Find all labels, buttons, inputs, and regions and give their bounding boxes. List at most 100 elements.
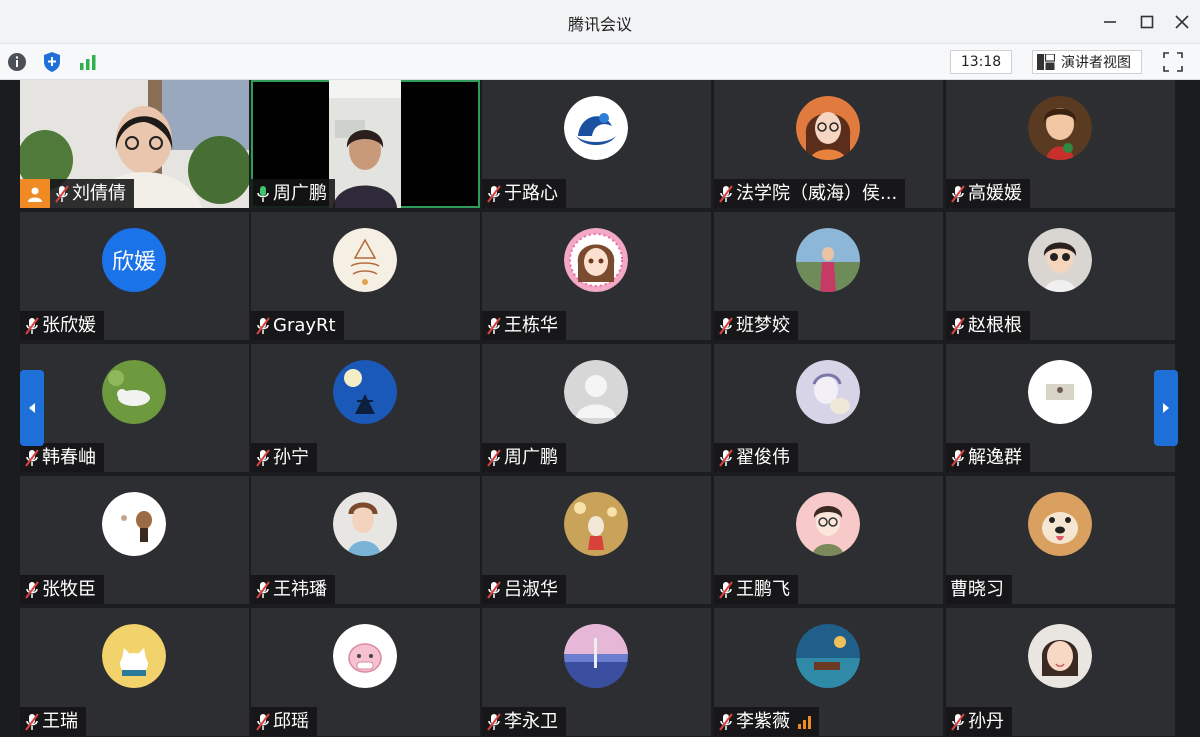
- participant-tile[interactable]: 张牧臣: [20, 476, 249, 604]
- participant-name: 王祎璠: [273, 579, 327, 600]
- meeting-info-button[interactable]: [5, 50, 29, 74]
- participant-tile[interactable]: 李紫薇: [714, 608, 943, 736]
- mic-muted-icon: [25, 448, 39, 467]
- avatar: [333, 360, 397, 424]
- camera-video: [329, 80, 401, 208]
- participant-nameplate: GrayRt: [251, 311, 344, 340]
- participant-name: 韩春岫: [42, 447, 96, 468]
- mic-on-icon: [257, 185, 269, 202]
- participant-tile-active-speaker[interactable]: 周广鹏: [251, 80, 480, 208]
- participant-nameplate: 王瑞: [20, 707, 86, 736]
- security-button[interactable]: [40, 50, 64, 74]
- meeting-clock: 13:18: [950, 50, 1012, 74]
- participant-tile[interactable]: 孙丹: [946, 608, 1175, 736]
- participant-name: 于路心: [504, 183, 558, 204]
- speaker-view-label: 演讲者视图: [1061, 55, 1131, 71]
- participant-tile[interactable]: 李永卫: [482, 608, 711, 736]
- participant-tile[interactable]: GrayRt: [251, 212, 480, 340]
- mic-muted-icon: [951, 712, 965, 731]
- avatar: [333, 624, 397, 688]
- close-button[interactable]: [1166, 8, 1198, 36]
- avatar: [1028, 492, 1092, 556]
- participant-nameplate: 翟俊伟: [714, 443, 798, 472]
- participant-tile[interactable]: 法学院（威海）侯...: [714, 80, 943, 208]
- participant-name: 解逸群: [968, 447, 1022, 468]
- participant-tile[interactable]: 周广鹏: [482, 344, 711, 472]
- participant-name: 赵根根: [968, 315, 1022, 336]
- participant-tile[interactable]: 高媛媛: [946, 80, 1175, 208]
- mic-muted-icon: [951, 184, 965, 203]
- avatar: [564, 360, 628, 424]
- avatar: [102, 624, 166, 688]
- participant-tile[interactable]: 邱瑶: [251, 608, 480, 736]
- avatar: [796, 492, 860, 556]
- participant-name: 孙丹: [968, 711, 1004, 732]
- mic-muted-icon: [951, 316, 965, 335]
- fullscreen-icon: [1163, 52, 1183, 72]
- previous-page-button[interactable]: [20, 370, 44, 446]
- minimize-icon: [1104, 21, 1116, 23]
- participant-tile[interactable]: 刘倩倩: [20, 80, 249, 208]
- participant-name: 刘倩倩: [72, 183, 126, 204]
- participant-nameplate: 周广鹏: [482, 443, 566, 472]
- avatar: [1028, 360, 1092, 424]
- participant-tile[interactable]: 吕淑华: [482, 476, 711, 604]
- participant-nameplate: 李永卫: [482, 707, 566, 736]
- avatar: [1028, 96, 1092, 160]
- participant-tile[interactable]: 曹晓习: [946, 476, 1175, 604]
- avatar: [796, 228, 860, 292]
- participant-nameplate: 刘倩倩: [20, 179, 134, 208]
- next-page-button[interactable]: [1154, 370, 1178, 446]
- mic-muted-icon: [719, 448, 733, 467]
- fullscreen-button[interactable]: [1160, 50, 1186, 74]
- minimize-button[interactable]: [1094, 8, 1126, 36]
- participant-tile[interactable]: 王瑞: [20, 608, 249, 736]
- participant-nameplate: 于路心: [482, 179, 566, 208]
- window-title: 腾讯会议: [567, 15, 632, 34]
- host-badge: [20, 179, 50, 208]
- participant-name: 翟俊伟: [736, 447, 790, 468]
- avatar: [1028, 624, 1092, 688]
- weak-signal-icon: [798, 715, 811, 729]
- participant-tile[interactable]: 解逸群: [946, 344, 1175, 472]
- participant-tile[interactable]: 王鹏飞: [714, 476, 943, 604]
- participant-tile[interactable]: 班梦姣: [714, 212, 943, 340]
- avatar: [102, 492, 166, 556]
- participant-name: 李永卫: [504, 711, 558, 732]
- avatar: [102, 360, 166, 424]
- participant-name: 张牧臣: [42, 579, 96, 600]
- participant-tile[interactable]: 于路心: [482, 80, 711, 208]
- maximize-button[interactable]: [1131, 8, 1163, 36]
- participant-tile[interactable]: 赵根根: [946, 212, 1175, 340]
- participant-tile[interactable]: 王栋华: [482, 212, 711, 340]
- shield-icon: [44, 52, 60, 72]
- participant-nameplate: 张牧臣: [20, 575, 104, 604]
- participant-nameplate: 班梦姣: [714, 311, 798, 340]
- participant-nameplate: 法学院（威海）侯...: [714, 179, 906, 208]
- mic-muted-icon: [487, 184, 501, 203]
- participant-tile[interactable]: 韩春岫: [20, 344, 249, 472]
- participant-nameplate: 孙宁: [251, 443, 317, 472]
- participant-nameplate: 韩春岫: [20, 443, 104, 472]
- avatar: [333, 228, 397, 292]
- participant-nameplate: 孙丹: [946, 707, 1012, 736]
- avatar: [564, 624, 628, 688]
- participant-tile[interactable]: 翟俊伟: [714, 344, 943, 472]
- avatar: [564, 492, 628, 556]
- participant-nameplate: 曹晓习: [946, 575, 1012, 604]
- participant-tile[interactable]: 孙宁: [251, 344, 480, 472]
- speaker-view-button[interactable]: 演讲者视图: [1032, 50, 1142, 74]
- participant-name: 李紫薇: [736, 711, 790, 732]
- mic-muted-icon: [25, 580, 39, 599]
- avatar: [796, 360, 860, 424]
- maximize-icon: [1140, 15, 1154, 29]
- info-icon: [8, 53, 26, 71]
- mic-muted-icon: [256, 316, 270, 335]
- participant-name: 王栋华: [504, 315, 558, 336]
- participant-tile[interactable]: 王祎璠: [251, 476, 480, 604]
- mic-muted-icon: [25, 316, 39, 335]
- avatar: [1028, 228, 1092, 292]
- network-status-button[interactable]: [76, 50, 100, 74]
- participant-tile[interactable]: 欣媛 张欣媛: [20, 212, 249, 340]
- title-bar: 腾讯会议: [0, 0, 1200, 44]
